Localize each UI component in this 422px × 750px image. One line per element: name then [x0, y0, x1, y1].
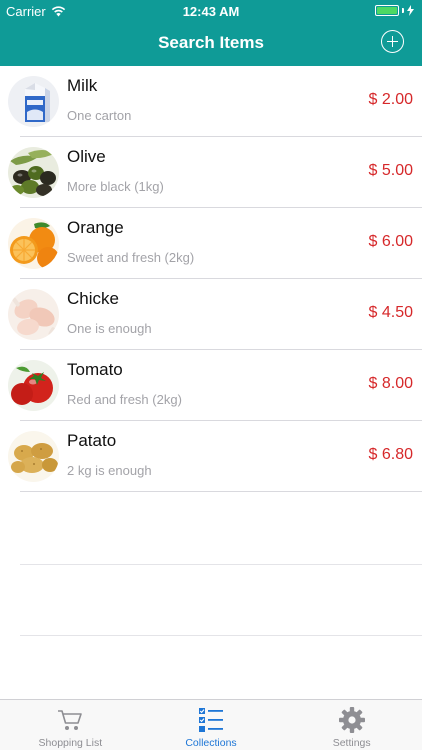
potatoes-image — [8, 431, 59, 482]
item-name: Milk — [67, 76, 98, 95]
item-description: Sweet and fresh (2kg) — [67, 250, 195, 265]
item-description: More black (1kg) — [67, 179, 164, 194]
item-price: $ 2.00 — [368, 91, 413, 108]
battery-icon — [375, 5, 414, 16]
empty-row-separator — [20, 564, 422, 565]
item-name: Chicke — [67, 289, 119, 308]
status-time: 12:43 AM — [182, 4, 240, 19]
item-price: $ 6.80 — [368, 446, 413, 463]
add-item-button[interactable] — [381, 30, 404, 53]
item-price: $ 6.00 — [368, 233, 413, 250]
tab-shopping-list[interactable]: Shopping List — [0, 700, 141, 750]
list-item[interactable]: Milk One carton $ 2.00 — [0, 66, 422, 137]
tomatoes-image — [8, 360, 59, 411]
status-bar: Carrier 12:43 AM — [0, 0, 422, 22]
olives-image — [8, 147, 59, 198]
item-name: Patato — [67, 431, 117, 450]
item-description: One is enough — [67, 321, 152, 336]
items-list: Milk One carton $ 2.00 Olive More black … — [0, 66, 422, 492]
item-description: One carton — [67, 108, 132, 123]
item-name: Tomato — [67, 360, 123, 379]
item-price: $ 8.00 — [368, 375, 413, 392]
empty-row-separator — [20, 635, 422, 636]
chicken-legs-image — [8, 289, 59, 340]
milk-carton-image — [8, 76, 59, 127]
list-item[interactable]: Orange Sweet and fresh (2kg) $ 6.00 — [0, 208, 422, 279]
item-name: Olive — [67, 147, 106, 166]
list-item[interactable]: Chicke One is enough $ 4.50 — [0, 279, 422, 350]
item-description: Red and fresh (2kg) — [67, 392, 182, 407]
item-name: Orange — [67, 218, 124, 237]
tab-label: Shopping List — [38, 737, 103, 749]
tab-bar: Shopping List Collections Settings — [0, 699, 422, 750]
item-description: 2 kg is enough — [67, 463, 152, 478]
gear-icon — [338, 706, 366, 734]
page-title: Search Items — [158, 33, 264, 52]
tab-label: Settings — [332, 737, 371, 749]
list-item[interactable]: Patato 2 kg is enough $ 6.80 — [0, 421, 422, 492]
item-price: $ 4.50 — [368, 304, 413, 321]
list-item[interactable]: Olive More black (1kg) $ 5.00 — [0, 137, 422, 208]
cart-icon — [56, 706, 84, 734]
tab-label: Collections — [185, 737, 237, 749]
charging-bolt-icon — [407, 5, 414, 16]
list-item[interactable]: Tomato Red and fresh (2kg) $ 8.00 — [0, 350, 422, 421]
oranges-image — [8, 218, 59, 269]
tab-collections[interactable]: Collections — [141, 700, 282, 750]
item-price: $ 5.00 — [368, 162, 413, 179]
tab-settings[interactable]: Settings — [281, 700, 422, 750]
navigation-bar: Carrier 12:43 AM Search Items — [0, 0, 422, 66]
checklist-icon — [197, 706, 225, 734]
